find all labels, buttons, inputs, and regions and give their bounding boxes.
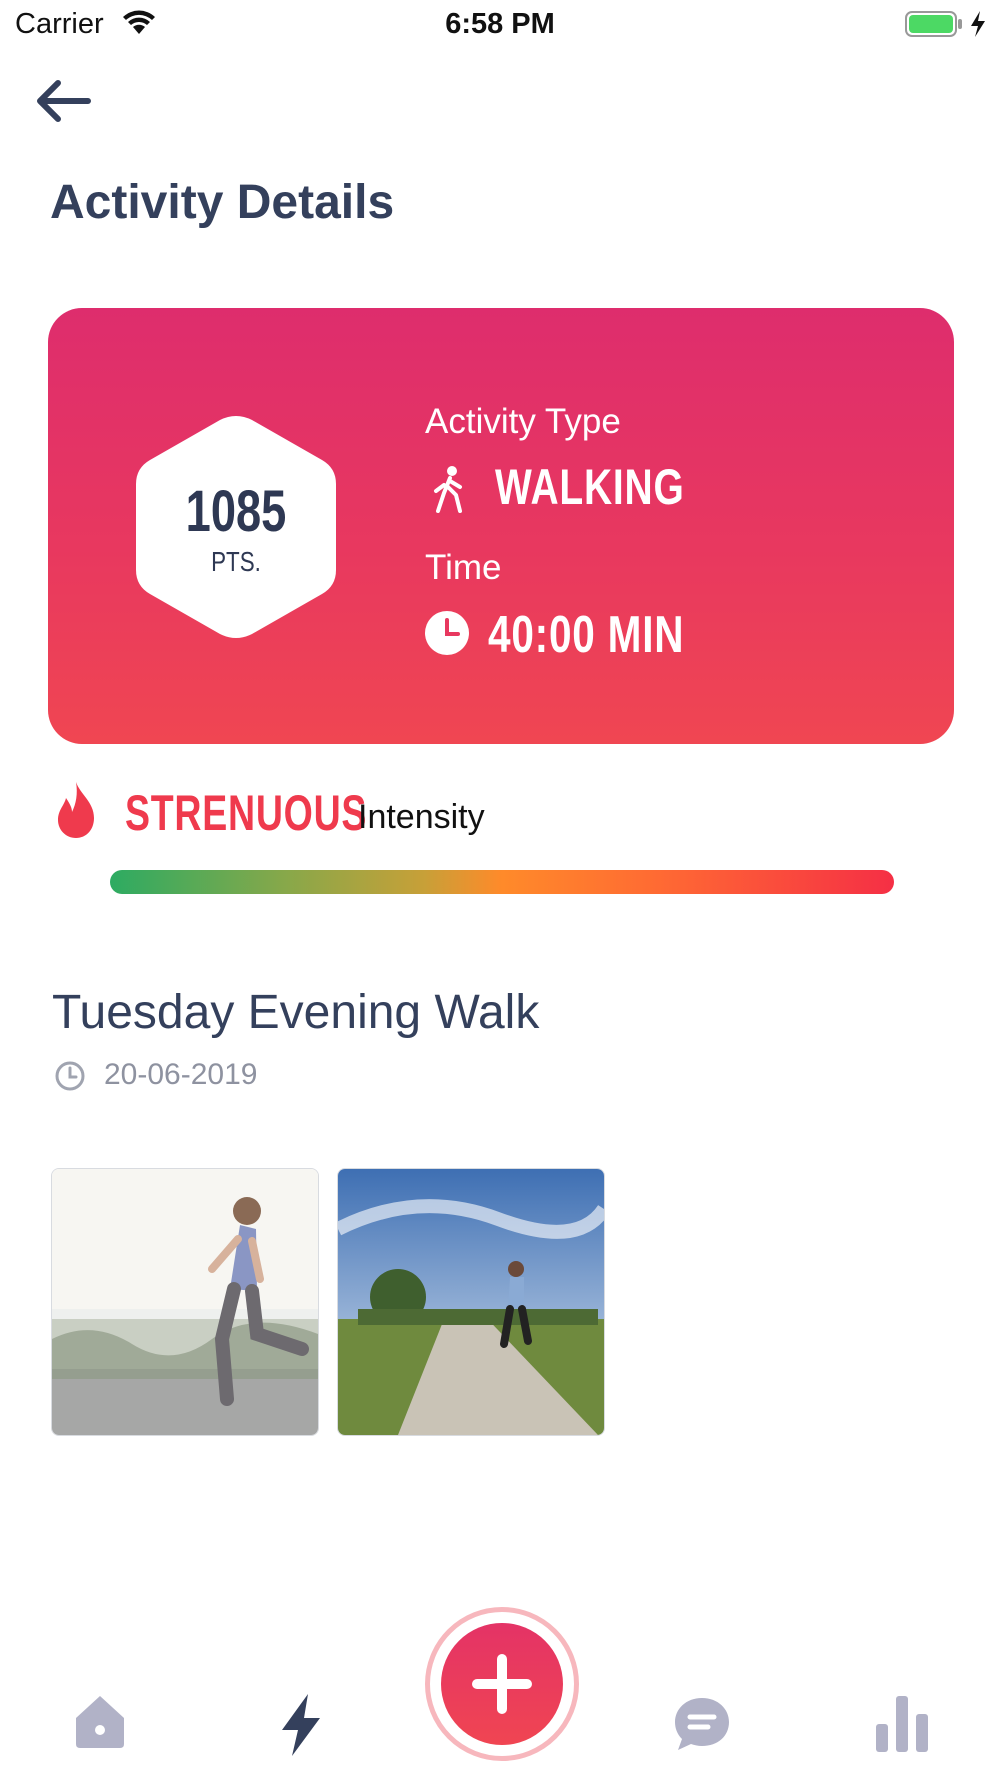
- time-label: Time: [425, 548, 502, 587]
- chat-icon[interactable]: [672, 1694, 732, 1754]
- running-road-photo-image: [338, 1169, 604, 1435]
- intensity-label: Intensity: [358, 798, 485, 836]
- bar-chart-icon[interactable]: [874, 1694, 930, 1752]
- time-value: 40:00 MIN: [488, 606, 685, 664]
- clock-icon: [425, 611, 469, 655]
- activity-date: 20-06-2019: [104, 1058, 258, 1091]
- activity-type-value: WALKING: [495, 459, 685, 515]
- points-value: 1085: [185, 479, 287, 544]
- activity-type-label: Activity Type: [425, 402, 621, 441]
- battery-icon: [905, 11, 962, 37]
- intensity-level: STRENUOUS: [125, 785, 368, 841]
- status-time: 6:58 PM: [445, 8, 555, 40]
- points-unit: PTS.: [211, 546, 261, 577]
- page-title: Activity Details: [50, 176, 395, 229]
- lightning-icon[interactable]: [278, 1692, 324, 1758]
- clock-outline-icon: [55, 1061, 85, 1091]
- charging-icon: [971, 11, 985, 37]
- activity-photo[interactable]: [51, 1168, 319, 1436]
- intensity-bar: [110, 870, 894, 894]
- flame-icon: [58, 782, 94, 838]
- plus-icon: [472, 1654, 532, 1714]
- jogging-photo-image: [52, 1169, 318, 1435]
- activity-title: Tuesday Evening Walk: [52, 986, 540, 1039]
- back-arrow-icon[interactable]: [30, 70, 96, 130]
- activity-photo[interactable]: [337, 1168, 605, 1436]
- home-icon[interactable]: [72, 1692, 128, 1752]
- walking-icon: [434, 466, 462, 513]
